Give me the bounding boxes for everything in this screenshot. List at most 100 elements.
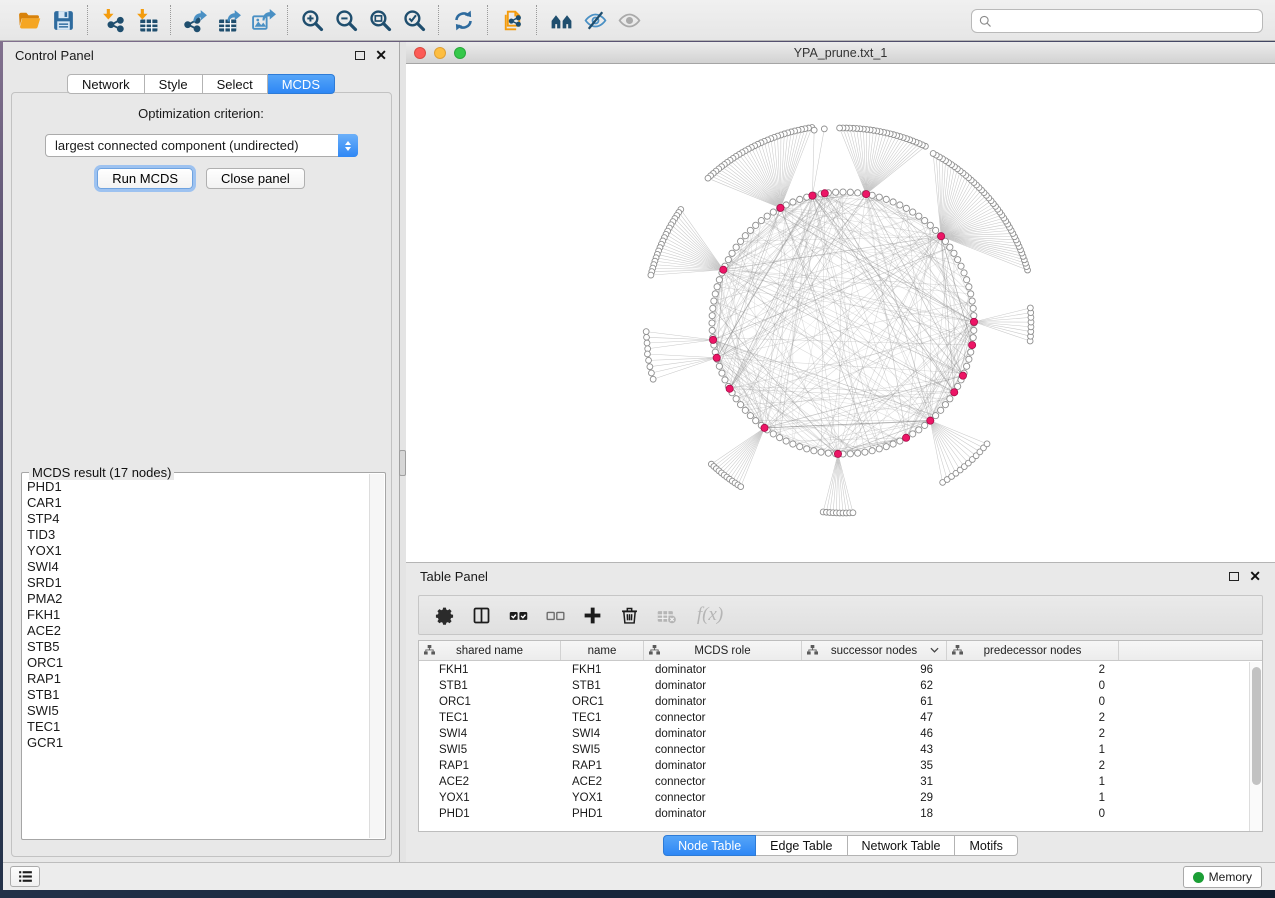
show-panels-button[interactable] [10, 866, 40, 887]
mcds-result-item[interactable]: ACE2 [25, 623, 369, 639]
clone-network-button[interactable] [495, 5, 529, 35]
deselect-all-button[interactable] [540, 600, 570, 630]
cell-name[interactable]: STB1 [561, 680, 644, 692]
network-window-titlebar[interactable]: YPA_prune.txt_1 [406, 42, 1275, 64]
cell-name[interactable]: PHD1 [561, 808, 644, 820]
cell-successor_nodes[interactable]: 31 [802, 776, 947, 788]
search-box[interactable] [971, 9, 1263, 33]
table-row-ORC1[interactable]: ORC1ORC1dominator610 [419, 694, 1249, 710]
result-list-scrollbar[interactable] [369, 474, 384, 838]
zoom-out-button[interactable] [329, 5, 363, 35]
tab-mcds[interactable]: MCDS [268, 74, 335, 94]
table-row-SWI4[interactable]: SWI4SWI4dominator462 [419, 726, 1249, 742]
tab-style[interactable]: Style [145, 74, 203, 94]
cell-mcds_role[interactable]: dominator [644, 680, 802, 692]
cell-successor_nodes[interactable]: 62 [802, 680, 947, 692]
column-header-successor_nodes[interactable]: successor nodes [802, 641, 947, 660]
network-canvas[interactable] [406, 64, 1275, 562]
mcds-result-item[interactable]: GCR1 [25, 735, 369, 751]
import-network-button[interactable] [95, 5, 129, 35]
select-all-button[interactable] [503, 600, 533, 630]
mcds-result-item[interactable]: PHD1 [25, 479, 369, 495]
tab-select[interactable]: Select [203, 74, 268, 94]
zoom-selected-button[interactable] [397, 5, 431, 35]
mcds-result-item[interactable]: TID3 [25, 527, 369, 543]
mcds-result-item[interactable]: STB1 [25, 687, 369, 703]
zoom-fit-button[interactable] [363, 5, 397, 35]
cell-predecessor_nodes[interactable]: 0 [947, 808, 1119, 820]
table-row-SWI5[interactable]: SWI5SWI5connector431 [419, 742, 1249, 758]
cell-shared_name[interactable]: SWI4 [419, 728, 561, 740]
cell-predecessor_nodes[interactable]: 2 [947, 712, 1119, 724]
mcds-result-item[interactable]: FKH1 [25, 607, 369, 623]
column-header-predecessor_nodes[interactable]: predecessor nodes [947, 641, 1119, 660]
import-table-button[interactable] [129, 5, 163, 35]
table-row-ACE2[interactable]: ACE2ACE2connector311 [419, 774, 1249, 790]
table-row-STB1[interactable]: STB1STB1dominator620 [419, 678, 1249, 694]
mcds-result-item[interactable]: RAP1 [25, 671, 369, 687]
cell-name[interactable]: RAP1 [561, 760, 644, 772]
cell-shared_name[interactable]: STB1 [419, 680, 561, 692]
cell-predecessor_nodes[interactable]: 2 [947, 760, 1119, 772]
zoom-in-button[interactable] [295, 5, 329, 35]
memory-button[interactable]: Memory [1183, 866, 1262, 888]
cell-shared_name[interactable]: ORC1 [419, 696, 561, 708]
cell-predecessor_nodes[interactable]: 1 [947, 744, 1119, 756]
tab-network[interactable]: Network [67, 74, 145, 94]
mcds-result-item[interactable]: STP4 [25, 511, 369, 527]
cell-predecessor_nodes[interactable]: 0 [947, 680, 1119, 692]
tab-motifs[interactable]: Motifs [955, 835, 1017, 856]
cell-mcds_role[interactable]: dominator [644, 760, 802, 772]
export-table-button[interactable] [212, 5, 246, 35]
delete-column-button[interactable] [614, 600, 644, 630]
cell-mcds_role[interactable]: connector [644, 744, 802, 756]
table-row-PHD1[interactable]: PHD1PHD1dominator180 [419, 806, 1249, 822]
cell-predecessor_nodes[interactable]: 2 [947, 728, 1119, 740]
mcds-result-item[interactable]: CAR1 [25, 495, 369, 511]
close-table-panel-icon[interactable]: ✕ [1249, 571, 1261, 581]
mcds-result-item[interactable]: PMA2 [25, 591, 369, 607]
cell-shared_name[interactable]: PHD1 [419, 808, 561, 820]
mcds-result-item[interactable]: TEC1 [25, 719, 369, 735]
tab-edge-table[interactable]: Edge Table [756, 835, 847, 856]
cell-shared_name[interactable]: RAP1 [419, 760, 561, 772]
tab-node-table[interactable]: Node Table [663, 835, 756, 856]
cell-mcds_role[interactable]: dominator [644, 728, 802, 740]
cell-predecessor_nodes[interactable]: 1 [947, 792, 1119, 804]
show-columns-button[interactable] [466, 600, 496, 630]
cell-successor_nodes[interactable]: 29 [802, 792, 947, 804]
splitter-grip[interactable] [399, 450, 406, 476]
cell-name[interactable]: TEC1 [561, 712, 644, 724]
cell-name[interactable]: SWI4 [561, 728, 644, 740]
cell-mcds_role[interactable]: dominator [644, 664, 802, 676]
float-table-panel-icon[interactable] [1229, 572, 1239, 581]
cell-shared_name[interactable]: FKH1 [419, 664, 561, 676]
mcds-result-item[interactable]: SWI5 [25, 703, 369, 719]
criterion-dropdown[interactable]: largest connected component (undirected) [45, 134, 358, 157]
cell-mcds_role[interactable]: connector [644, 792, 802, 804]
save-session-button[interactable] [46, 5, 80, 35]
mcds-result-item[interactable]: STB5 [25, 639, 369, 655]
column-header-shared_name[interactable]: shared name [419, 641, 561, 660]
close-panel-icon[interactable]: ✕ [375, 50, 387, 60]
cell-name[interactable]: FKH1 [561, 664, 644, 676]
cell-mcds_role[interactable]: dominator [644, 696, 802, 708]
cell-successor_nodes[interactable]: 96 [802, 664, 947, 676]
tab-network-table[interactable]: Network Table [848, 835, 956, 856]
cell-predecessor_nodes[interactable]: 0 [947, 696, 1119, 708]
cell-successor_nodes[interactable]: 43 [802, 744, 947, 756]
cell-successor_nodes[interactable]: 61 [802, 696, 947, 708]
table-row-YOX1[interactable]: YOX1YOX1connector291 [419, 790, 1249, 806]
mcds-result-item[interactable]: YOX1 [25, 543, 369, 559]
run-mcds-button[interactable]: Run MCDS [97, 168, 193, 189]
float-panel-icon[interactable] [355, 51, 365, 60]
mcds-result-list[interactable]: PHD1CAR1STP4TID3YOX1SWI4SRD1PMA2FKH1ACE2… [25, 479, 369, 837]
close-panel-button[interactable]: Close panel [206, 168, 305, 189]
table-row-FKH1[interactable]: FKH1FKH1dominator962 [419, 662, 1249, 678]
cell-name[interactable]: ORC1 [561, 696, 644, 708]
cell-successor_nodes[interactable]: 47 [802, 712, 947, 724]
cell-shared_name[interactable]: TEC1 [419, 712, 561, 724]
table-scrollbar[interactable] [1249, 662, 1262, 831]
mcds-result-item[interactable]: SRD1 [25, 575, 369, 591]
table-scrollbar-thumb[interactable] [1252, 667, 1261, 785]
